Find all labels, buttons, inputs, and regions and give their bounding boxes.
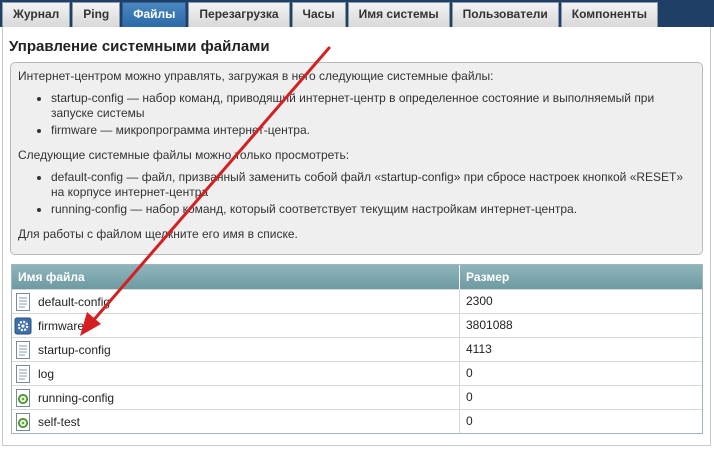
readonly-files-list: default-config — файл, призванный замени… <box>18 170 695 217</box>
table-row[interactable]: self-test 0 <box>12 409 702 433</box>
tab-ping[interactable]: Ping <box>72 2 121 27</box>
file-name-cell: startup-config <box>12 338 460 361</box>
column-header-size: Размер <box>466 270 510 284</box>
table-header: Имя файла Размер <box>12 265 702 289</box>
table-row[interactable]: firmware 3801088 <box>12 313 702 337</box>
table-row[interactable]: default-config 2300 <box>12 289 702 313</box>
tab-users[interactable]: Пользователи <box>451 2 559 27</box>
page-title: Управление системными файлами <box>9 38 270 55</box>
table-row[interactable]: log 0 <box>12 361 702 385</box>
tab-journal[interactable]: Журнал <box>2 2 71 27</box>
file-size-cell: 0 <box>466 390 473 404</box>
file-name-link[interactable]: startup-config <box>38 343 111 357</box>
tabs: Журнал Ping Файлы Перезагрузка Часы Имя … <box>2 2 660 27</box>
file-size-cell: 0 <box>466 414 473 428</box>
info-box: Интернет-центром можно управлять, загруж… <box>10 62 703 255</box>
info-readonly-intro: Следующие системные файлы можно только п… <box>18 148 350 162</box>
document-icon <box>14 340 32 360</box>
document-icon <box>14 364 32 384</box>
tab-reboot[interactable]: Перезагрузка <box>188 2 290 27</box>
file-name-cell: running-config <box>12 386 460 409</box>
file-name-link[interactable]: running-config <box>38 391 114 405</box>
info-intro: Интернет-центром можно управлять, загруж… <box>18 69 494 83</box>
file-name-link[interactable]: firmware <box>38 319 84 333</box>
list-item: default-config — файл, призванный замени… <box>51 170 695 200</box>
file-name-cell: firmware <box>12 314 460 337</box>
file-name-link[interactable]: self-test <box>38 415 80 429</box>
tab-bar: Журнал Ping Файлы Перезагрузка Часы Имя … <box>0 0 714 27</box>
file-name-link[interactable]: default-config <box>38 295 110 309</box>
tab-clock[interactable]: Часы <box>291 2 346 27</box>
file-name-cell: log <box>12 362 460 385</box>
document-gear-icon <box>14 388 32 408</box>
file-name-cell: self-test <box>12 410 460 433</box>
file-size-cell: 0 <box>466 366 473 380</box>
tab-files[interactable]: Файлы <box>122 2 187 27</box>
info-hint: Для работы с файлом щелкните его имя в с… <box>18 227 298 241</box>
list-item: running-config — набор команд, который с… <box>51 202 695 217</box>
table-row[interactable]: running-config 0 <box>12 385 702 409</box>
table-row[interactable]: startup-config 4113 <box>12 337 702 361</box>
files-table: Имя файла Размер default-config 2300 fir… <box>11 264 703 434</box>
gear-icon <box>14 316 32 336</box>
list-item: startup-config — набор команд, приводящи… <box>51 91 695 121</box>
file-size-cell: 2300 <box>466 294 493 308</box>
editable-files-list: startup-config — набор команд, приводящи… <box>18 91 695 138</box>
file-name-link[interactable]: log <box>38 367 54 381</box>
file-name-cell: default-config <box>12 290 460 313</box>
list-item: firmware — микропрограмма интернет-центр… <box>51 123 695 138</box>
tab-components[interactable]: Компоненты <box>560 2 659 27</box>
file-size-cell: 4113 <box>466 342 492 356</box>
document-icon <box>14 292 32 312</box>
tab-system-name[interactable]: Имя системы <box>347 2 450 27</box>
file-size-cell: 3801088 <box>466 318 513 332</box>
document-gear-icon <box>14 412 32 432</box>
column-header-name: Имя файла <box>12 265 460 289</box>
